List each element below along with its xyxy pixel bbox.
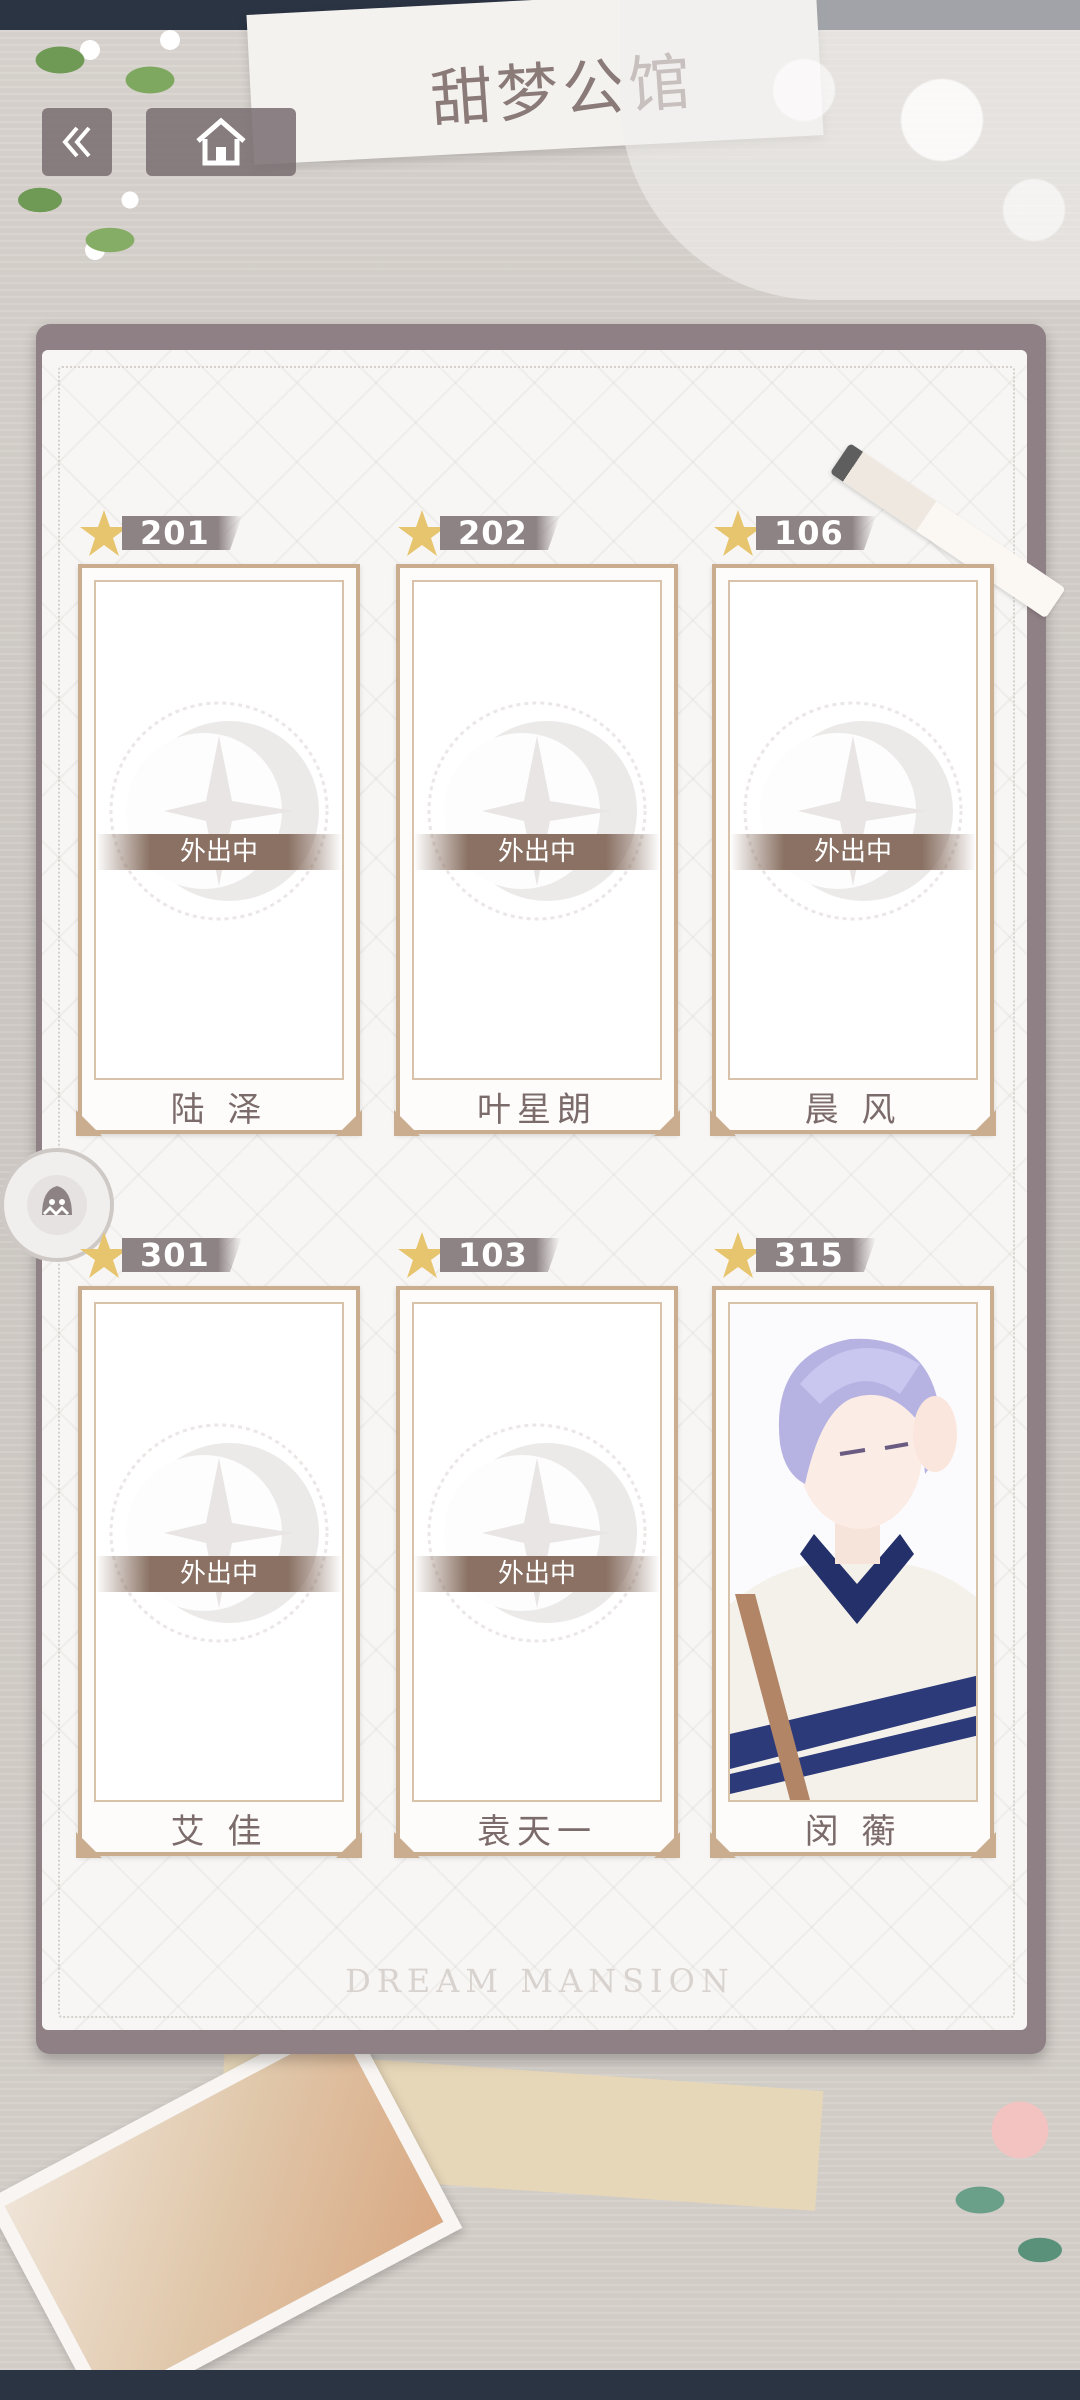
flower-decoration [900,2090,1080,2290]
room-portrait-area: 外出中 [94,580,344,1080]
resident-name: 袁天一 [477,1812,597,1852]
room-number: 315 [756,1238,876,1272]
status-label: 外出中 [96,1556,342,1592]
room-badge: 201 [78,508,258,560]
room-frame: 外出中 陆 泽 [76,564,362,1136]
resident-name: 闵 蘅 [804,1812,902,1852]
room-portrait-area: 外出中 [94,1302,344,1802]
resident-name: 陆 泽 [170,1090,268,1130]
status-label: 外出中 [414,1556,660,1592]
room-card-201[interactable]: 201 外出中 陆 泽 [76,508,362,1148]
room-frame: 闵 蘅 [710,1286,996,1858]
room-badge: 202 [396,508,576,560]
home-icon [196,117,246,166]
moon-emblem-icon [743,701,963,921]
room-number: 201 [122,516,242,550]
status-label: 外出中 [730,834,976,870]
room-badge: 301 [78,1230,258,1282]
room-card-106[interactable]: 106 外出中 晨 风 [710,508,996,1148]
room-card-301[interactable]: 301 外出中 艾 佳 [76,1230,362,1870]
bottom-bar [0,2370,1080,2400]
room-portrait-area: 外出中 [728,580,978,1080]
room-number: 103 [440,1238,560,1272]
room-portrait-area: 外出中 [412,580,662,1080]
moon-emblem-icon [109,701,329,921]
status-label: 外出中 [96,834,342,870]
room-number: 202 [440,516,560,550]
footer-brand: DREAM MANSION [345,1962,735,2000]
back-chevron-icon [62,126,91,158]
resident-name: 晨 风 [804,1090,902,1130]
back-button[interactable] [42,108,112,176]
status-label: 外出中 [414,834,660,870]
room-frame: 外出中 叶星朗 [394,564,680,1136]
room-card-315[interactable]: 315 闵 蘅 [710,1230,996,1870]
home-button[interactable] [146,108,296,176]
room-card-202[interactable]: 202 外出中 叶星朗 [394,508,680,1148]
moon-emblem-icon [109,1423,329,1643]
room-frame: 外出中 袁天一 [394,1286,680,1858]
room-frame: 外出中 艾 佳 [76,1286,362,1858]
resident-name: 艾 佳 [170,1812,268,1852]
room-number: 301 [122,1238,242,1272]
room-badge: 106 [712,508,892,560]
room-frame: 外出中 晨 风 [710,564,996,1136]
resident-portrait [728,1302,978,1802]
room-portrait-area: 外出中 [412,1302,662,1802]
moon-emblem-icon [427,1423,647,1643]
room-card-103[interactable]: 103 外出中 袁天一 [394,1230,680,1870]
room-number: 106 [756,516,876,550]
room-badge: 103 [396,1230,576,1282]
moon-emblem-icon [427,701,647,921]
room-badge: 315 [712,1230,892,1282]
resident-name: 叶星朗 [477,1090,597,1130]
character-portrait [730,1304,976,1800]
